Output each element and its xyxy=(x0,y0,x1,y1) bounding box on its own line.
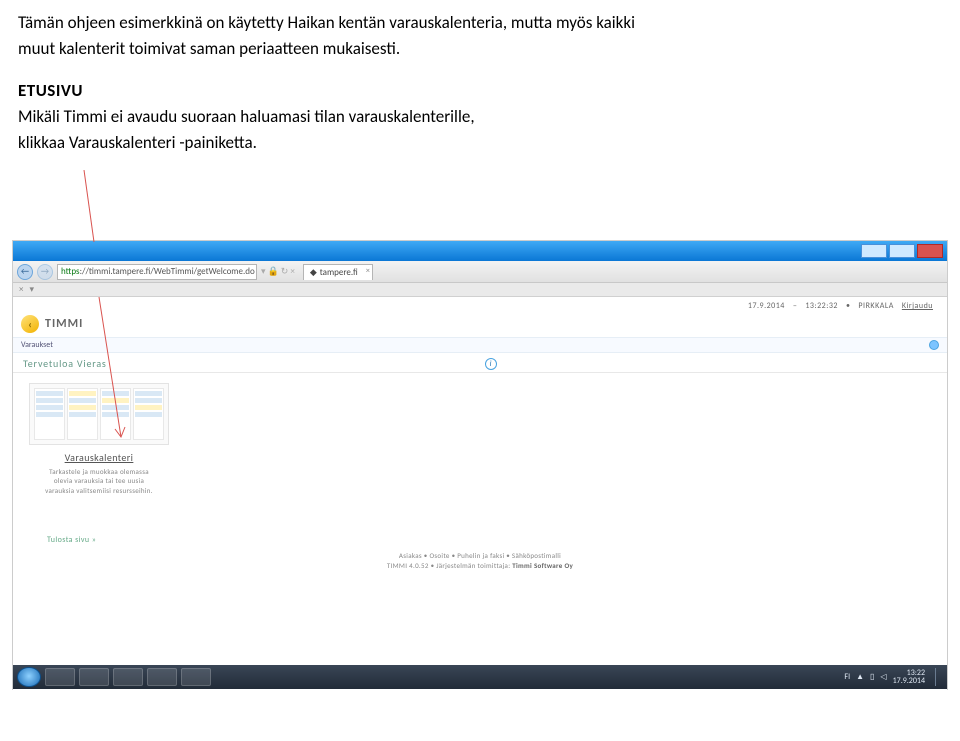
status-date: 17.9.2014 xyxy=(748,301,785,311)
doc-line-1: Tämän ohjeen esimerkkinä on käytetty Hai… xyxy=(18,12,942,34)
browser-back-button[interactable]: ← xyxy=(17,264,33,280)
varauskalenteri-desc: Tarkastele ja muokkaa olemassa olevia va… xyxy=(29,467,169,495)
doc-intro: Tämän ohjeen esimerkkinä on käytetty Hai… xyxy=(0,0,960,154)
show-desktop-button[interactable] xyxy=(935,668,943,686)
url-rest: ://timmi.tampere.fi/WebTimmi/getWelcome.… xyxy=(80,266,255,277)
top-status-line: 17.9.2014 – 13:22:32 • PIRKKALA Kirjaudu xyxy=(13,297,947,313)
print-link[interactable]: Tulosta sivu » xyxy=(47,535,947,545)
window-close-button[interactable] xyxy=(917,244,943,258)
toolbar-separator: ▾ 🔒 ↻ × xyxy=(261,266,295,277)
brand-row: ‹ TIMMI xyxy=(13,313,947,337)
taskbar-item[interactable] xyxy=(147,668,177,686)
windows-taskbar: FI ▲ ▯ ◁ 13:22 17.9.2014 xyxy=(13,665,947,689)
doc-line-2: muut kalenterit toimivat saman periaatte… xyxy=(18,38,942,60)
window-titlebar xyxy=(13,241,947,261)
module-tabs: Varaukset xyxy=(13,337,947,353)
screenshot-frame: ← → https://timmi.tampere.fi/WebTimmi/ge… xyxy=(12,240,948,690)
doc-line-3: Mikäli Timmi ei avaudu suoraan haluamasi… xyxy=(18,106,942,128)
system-tray: FI ▲ ▯ ◁ 13:22 17.9.2014 xyxy=(844,668,943,686)
url-scheme: https xyxy=(61,266,80,277)
tray-flag-icon[interactable]: ▯ xyxy=(870,672,874,682)
brand-text: TIMMI xyxy=(45,317,83,331)
section-heading: ETUSIVU xyxy=(18,80,942,102)
varauskalenteri-card[interactable]: Varauskalenteri Tarkastele ja muokkaa ol… xyxy=(29,383,169,495)
tray-up-icon[interactable]: ▲ xyxy=(856,672,864,682)
tab-strip: ◆ tampere.fi × xyxy=(303,264,373,280)
tab-label: tampere.fi xyxy=(320,267,358,278)
status-time: 13:22:32 xyxy=(805,301,838,311)
status-place: PIRKKALA xyxy=(858,301,893,311)
help-icon[interactable] xyxy=(929,340,939,350)
brand-back-icon[interactable]: ‹ xyxy=(21,315,39,333)
taskbar-item[interactable] xyxy=(181,668,211,686)
varauskalenteri-title[interactable]: Varauskalenteri xyxy=(29,451,169,464)
tab-close-icon[interactable]: × xyxy=(366,266,370,276)
taskbar-item[interactable] xyxy=(45,668,75,686)
tray-volume-icon[interactable]: ◁ xyxy=(880,672,886,682)
tray-lang[interactable]: FI xyxy=(844,672,850,682)
welcome-bar: Tervetuloa Vieras i xyxy=(13,353,947,373)
doc-line-4: klikkaa Varauskalenteri -painiketta. xyxy=(18,132,942,154)
calendar-thumbnail xyxy=(29,383,169,445)
footer-vendor: Timmi Software Oy xyxy=(512,561,573,570)
tray-date: 17.9.2014 xyxy=(893,677,925,685)
page-footer: Asiakas • Osoite • Puhelin ja faksi • Sä… xyxy=(13,551,947,571)
footer-line-2a: TIMMI 4.0.52 • Järjestelmän toimittaja: xyxy=(387,561,512,570)
tab-varaukset[interactable]: Varaukset xyxy=(21,340,53,350)
browser-subbar: × ▾ xyxy=(13,283,947,297)
browser-forward-button[interactable]: → xyxy=(37,264,53,280)
browser-toolbar: ← → https://timmi.tampere.fi/WebTimmi/ge… xyxy=(13,261,947,283)
page-body: 17.9.2014 – 13:22:32 • PIRKKALA Kirjaudu… xyxy=(13,297,947,691)
info-icon[interactable]: i xyxy=(485,358,497,370)
login-link[interactable]: Kirjaudu xyxy=(902,301,933,311)
status-dot: • xyxy=(846,301,850,311)
browser-tab[interactable]: ◆ tampere.fi × xyxy=(303,264,373,280)
tab-favicon: ◆ xyxy=(310,267,317,278)
address-bar[interactable]: https://timmi.tampere.fi/WebTimmi/getWel… xyxy=(57,264,257,280)
window-maximize-button[interactable] xyxy=(889,244,915,258)
window-minimize-button[interactable] xyxy=(861,244,887,258)
taskbar-item[interactable] xyxy=(113,668,143,686)
annotation-arrow-top xyxy=(82,170,102,242)
subbar-close-icon[interactable]: × xyxy=(19,284,23,295)
status-sep: – xyxy=(793,301,797,311)
subbar-dropdown-icon[interactable]: ▾ xyxy=(29,284,34,295)
footer-line-1: Asiakas • Osoite • Puhelin ja faksi • Sä… xyxy=(13,551,947,561)
taskbar-item[interactable] xyxy=(79,668,109,686)
start-button[interactable] xyxy=(17,667,41,687)
welcome-text: Tervetuloa Vieras xyxy=(23,357,107,370)
